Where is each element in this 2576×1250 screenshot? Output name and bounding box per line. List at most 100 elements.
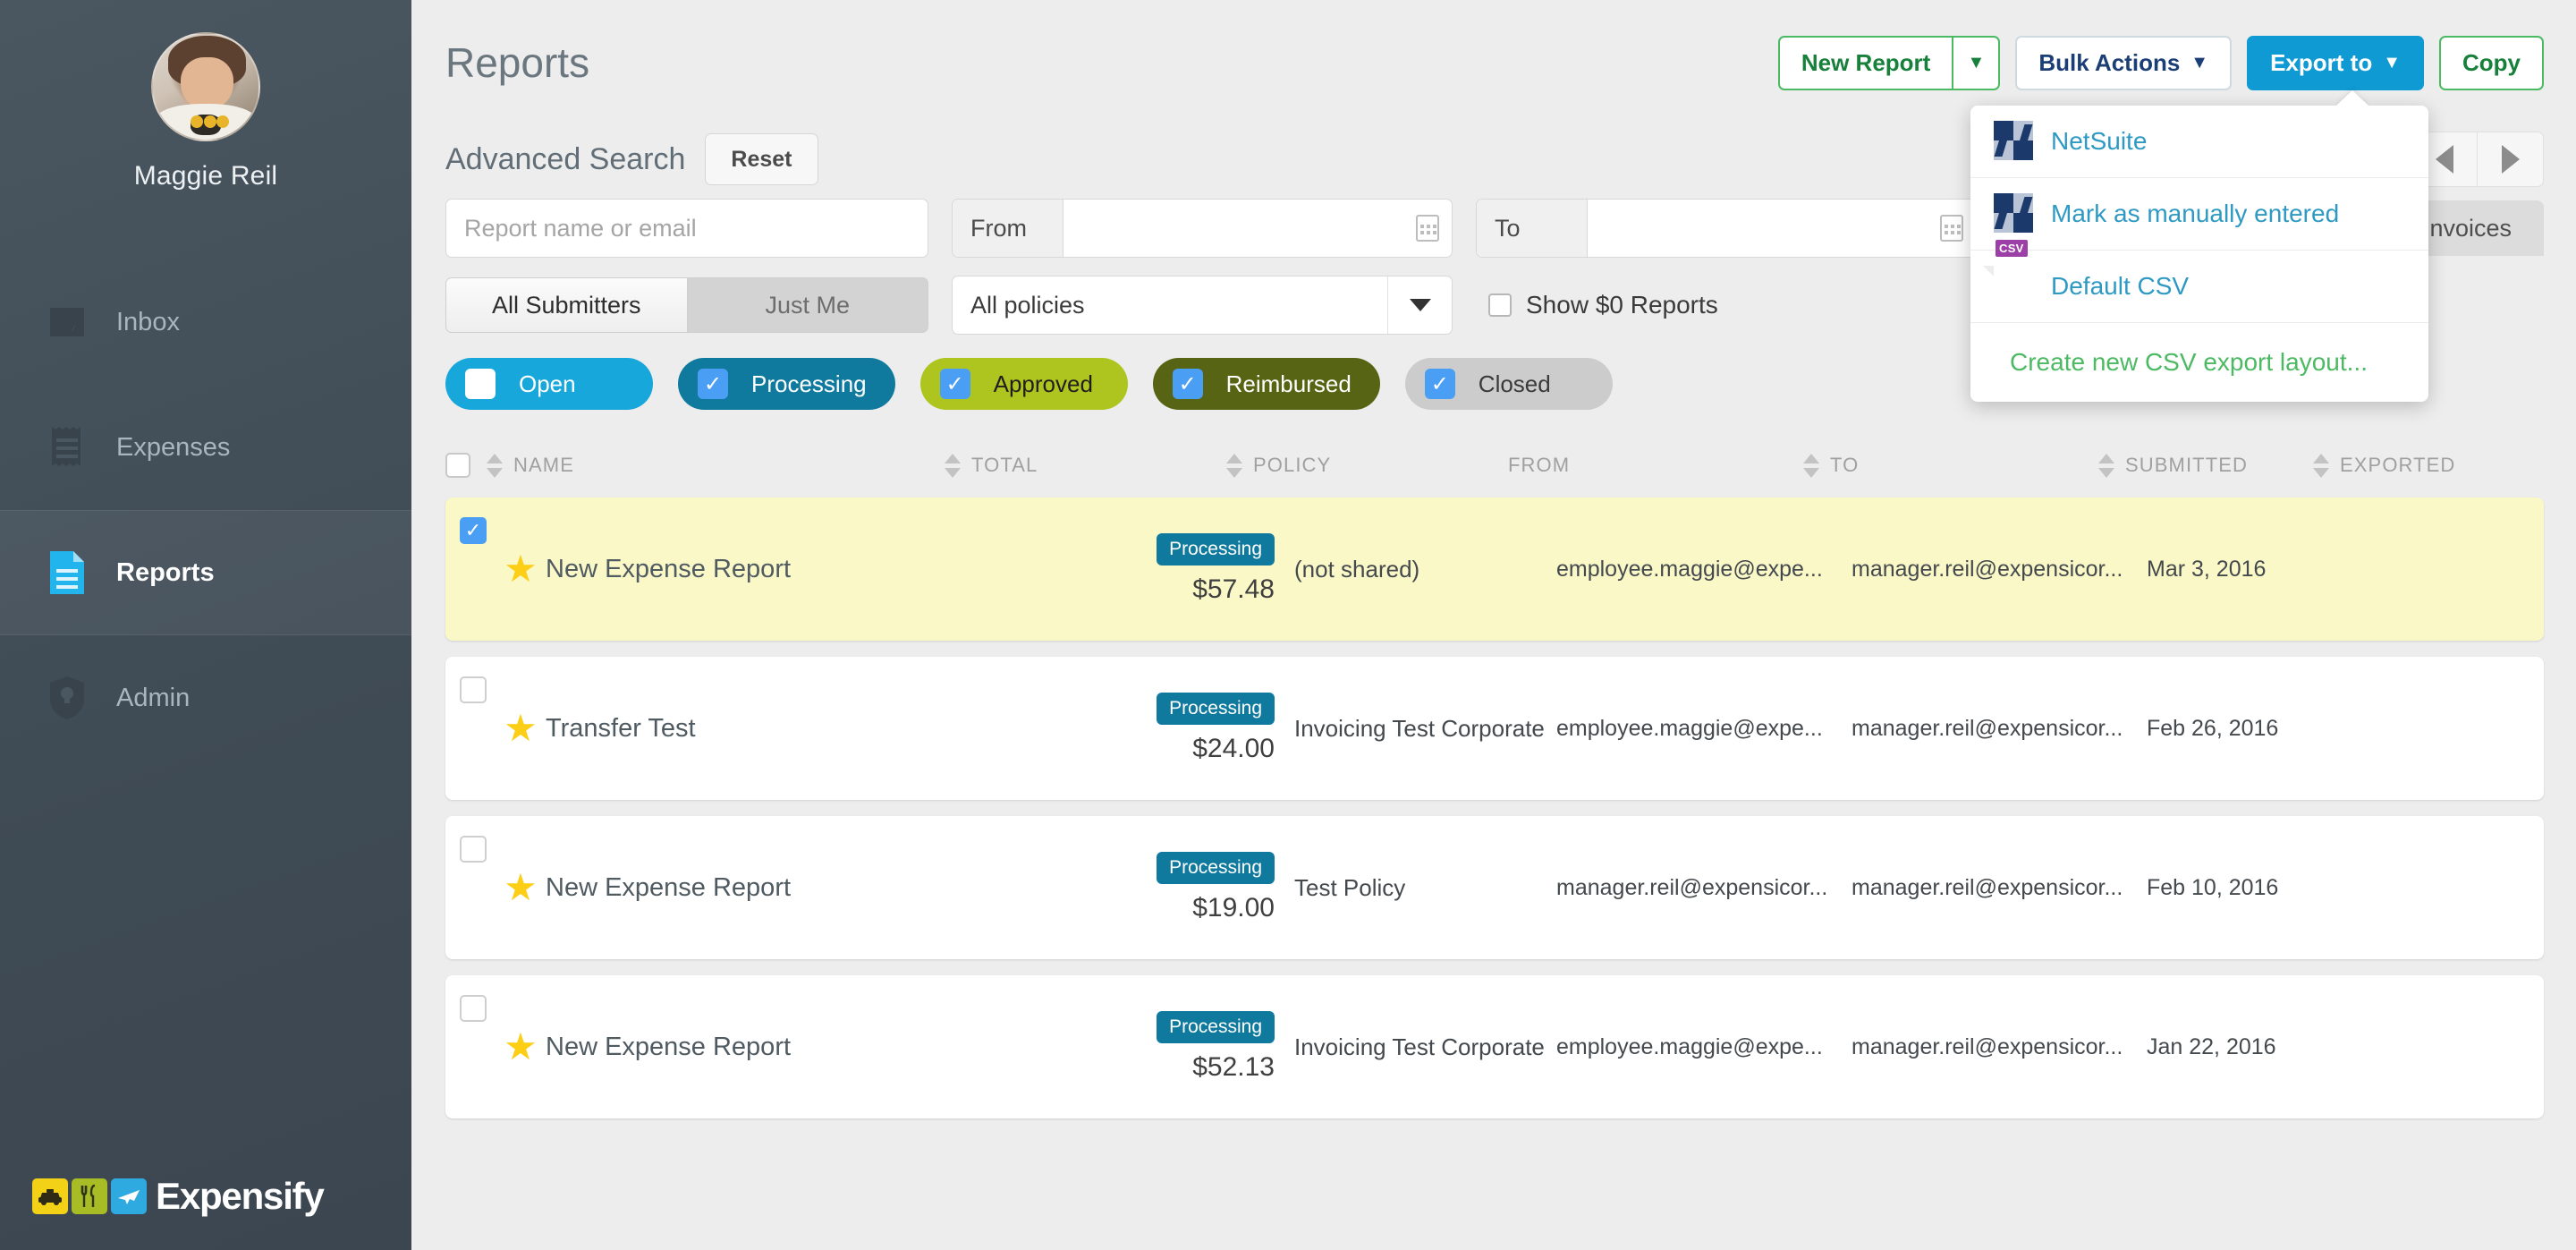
report-to: manager.reil@expensicor... [1852, 715, 2123, 741]
checkbox-checked-icon[interactable]: ✓ [1172, 369, 1203, 399]
pagination-controls [2411, 132, 2544, 187]
report-to: manager.reil@expensicor... [1852, 874, 2123, 900]
row-checkbox[interactable] [460, 836, 487, 863]
sidebar-item-admin[interactable]: Admin [0, 635, 411, 761]
checkbox-icon[interactable] [465, 369, 496, 399]
column-header-policy[interactable]: POLICY [1226, 453, 1508, 478]
report-amount: $19.00 [1192, 893, 1275, 923]
row-checkbox[interactable] [460, 995, 487, 1022]
table-row[interactable]: ★ New Expense Report Processing $19.00 T… [445, 816, 2544, 959]
dropdown-item-create-csv-layout[interactable]: Create new CSV export layout... [1970, 323, 2428, 402]
report-total-cell: Processing $52.13 [1046, 975, 1275, 1118]
star-icon[interactable]: ★ [504, 869, 538, 906]
policy-select[interactable]: All policies [952, 276, 1453, 335]
show-zero-reports-checkbox[interactable]: Show $0 Reports [1488, 291, 1718, 319]
column-header-total[interactable]: TOTAL [945, 453, 1226, 478]
new-report-split-button: New Report ▼ [1777, 35, 2001, 90]
report-name[interactable]: New Expense Report [546, 816, 1046, 959]
just-me-option[interactable]: Just Me [688, 278, 928, 332]
row-checkbox-cell [445, 816, 496, 959]
reports-table: NAME TOTAL POLICY FROM TO SUBMITTED EXPO… [411, 433, 2576, 1118]
arrow-right-icon [2501, 145, 2520, 174]
column-header-to[interactable]: TO [1803, 453, 2098, 478]
report-submitted: Jan 22, 2016 [2147, 1033, 2276, 1059]
calendar-icon[interactable] [1416, 215, 1439, 242]
checkbox-checked-icon[interactable]: ✓ [939, 369, 970, 399]
report-submitted: Mar 3, 2016 [2147, 556, 2267, 582]
table-row[interactable]: ✓ ★ New Expense Report Processing $57.48… [445, 497, 2544, 641]
new-report-caret-icon[interactable]: ▼ [1953, 35, 2001, 90]
chevron-down-icon: ▼ [2383, 52, 2401, 72]
table-header-row: NAME TOTAL POLICY FROM TO SUBMITTED EXPO… [411, 433, 2576, 497]
new-report-button[interactable]: New Report [1777, 35, 1954, 90]
row-checkbox[interactable] [460, 676, 487, 703]
sort-icon[interactable] [2313, 453, 2329, 478]
chevron-down-icon: ▼ [1967, 52, 1986, 72]
column-header-from[interactable]: FROM [1508, 454, 1803, 477]
report-name[interactable]: New Expense Report [546, 975, 1046, 1118]
star-icon[interactable]: ★ [504, 710, 538, 747]
dropdown-item-default-csv[interactable]: CSV Default CSV [1970, 240, 2428, 323]
status-pill-processing[interactable]: ✓ Processing [678, 358, 895, 410]
star-icon[interactable]: ★ [504, 1028, 538, 1066]
sidebar-item-expenses[interactable]: Expenses [0, 385, 411, 510]
report-policy: Invoicing Test Corporate [1294, 714, 1545, 742]
advanced-search-title: Advanced Search [445, 141, 686, 176]
report-to: manager.reil@expensicor... [1852, 1033, 2123, 1059]
row-checkbox-cell [445, 657, 496, 800]
column-header-submitted[interactable]: SUBMITTED [2098, 453, 2313, 478]
status-pill-label: Closed [1478, 370, 1551, 397]
checkbox-checked-icon[interactable]: ✓ [698, 369, 728, 399]
netsuite-icon [1994, 121, 2035, 162]
status-pill-open[interactable]: Open [445, 358, 653, 410]
checkbox-icon[interactable] [1488, 293, 1512, 317]
dropdown-item-netsuite[interactable]: NetSuite [1970, 106, 2428, 178]
avatar[interactable] [151, 32, 260, 141]
sidebar-item-label: Admin [116, 683, 191, 712]
table-row[interactable]: ★ Transfer Test Processing $24.00 Invoic… [445, 657, 2544, 800]
report-name[interactable]: Transfer Test [546, 657, 1046, 800]
all-submitters-option[interactable]: All Submitters [446, 278, 688, 332]
from-date-field[interactable] [1063, 200, 1452, 257]
report-name[interactable]: New Expense Report [546, 497, 1046, 641]
status-badge: Processing [1157, 693, 1275, 725]
sort-icon[interactable] [1226, 453, 1242, 478]
dropdown-item-mark-manually-entered[interactable]: Mark as manually entered [1970, 178, 2428, 251]
column-header-exported[interactable]: EXPORTED [2313, 453, 2455, 478]
next-page-button[interactable] [2478, 132, 2544, 187]
search-input[interactable] [445, 199, 928, 258]
star-icon[interactable]: ★ [504, 550, 538, 588]
dropdown-item-label: Default CSV [2051, 272, 2190, 300]
submitter-toggle: All Submitters Just Me [445, 277, 928, 333]
row-checkbox-cell [445, 975, 496, 1118]
status-pill-closed[interactable]: ✓ Closed [1404, 358, 1613, 410]
sort-icon[interactable] [2098, 453, 2114, 478]
calendar-icon[interactable] [1940, 215, 1963, 242]
to-date-field[interactable] [1588, 200, 1976, 257]
status-pill-label: Open [519, 370, 576, 397]
receipt-icon [43, 423, 91, 472]
status-pill-label: Processing [751, 370, 867, 397]
page-title: Reports [445, 39, 590, 86]
export-to-button[interactable]: Export to ▼ [2247, 35, 2424, 90]
column-header-name[interactable]: NAME [487, 453, 945, 478]
select-all-checkbox[interactable] [445, 453, 470, 478]
sort-icon[interactable] [1803, 453, 1819, 478]
reset-button[interactable]: Reset [705, 133, 818, 185]
dropdown-item-label: Create new CSV export layout... [2010, 348, 2368, 376]
sidebar-item-inbox[interactable]: Inbox [0, 259, 411, 385]
bulk-actions-button[interactable]: Bulk Actions ▼ [2015, 35, 2233, 90]
copy-button[interactable]: Copy [2439, 35, 2544, 90]
status-pill-approved[interactable]: ✓ Approved [919, 358, 1128, 410]
sidebar-item-reports[interactable]: Reports [0, 510, 411, 635]
export-to-label: Export to [2270, 48, 2373, 76]
checkbox-checked-icon[interactable]: ✓ [1424, 369, 1455, 399]
chevron-down-icon[interactable] [1387, 276, 1452, 334]
sort-icon[interactable] [945, 453, 961, 478]
row-checkbox[interactable]: ✓ [460, 517, 487, 544]
row-star-cell: ★ [496, 816, 546, 959]
status-pill-reimbursed[interactable]: ✓ Reimbursed [1152, 358, 1380, 410]
column-label: SUBMITTED [2125, 454, 2249, 476]
sort-icon[interactable] [487, 453, 503, 478]
table-row[interactable]: ★ New Expense Report Processing $52.13 I… [445, 975, 2544, 1118]
